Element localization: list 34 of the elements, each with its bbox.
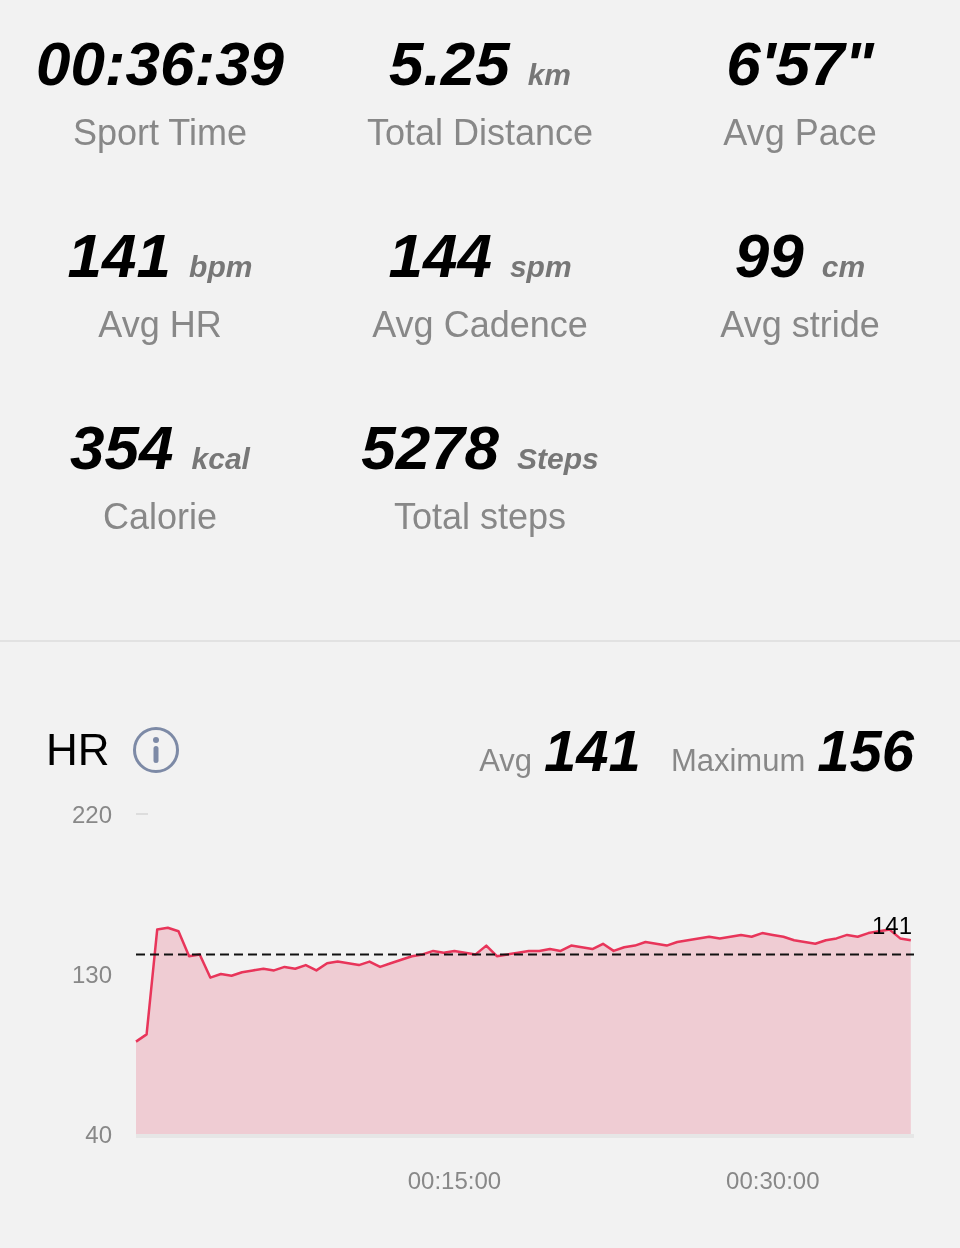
metric-value: 141: [67, 220, 172, 291]
metric-label: Avg stride: [720, 304, 880, 346]
average-label: 141: [871, 912, 912, 940]
metric-unit: bpm: [189, 250, 253, 284]
metric-value: 6'57": [726, 28, 874, 99]
stat-label: Avg: [479, 742, 533, 779]
metric-label: Avg Cadence: [372, 304, 588, 346]
stat-value: 141: [544, 716, 641, 784]
section-title: HR: [46, 725, 110, 775]
metric-value: 144: [388, 220, 492, 291]
metric-label: Total Distance: [366, 112, 594, 154]
axis-tick-label: 00:15:00: [407, 1167, 502, 1194]
metric-unit: Steps: [517, 442, 599, 476]
metric-label: Avg HR: [98, 304, 222, 346]
metric-unit: spm: [509, 250, 572, 284]
metric-label: Sport Time: [72, 112, 248, 154]
metric-unit: cm: [821, 250, 866, 284]
axis-tick-label: 00:30:00: [726, 1167, 820, 1194]
metric-value: 99: [734, 220, 804, 291]
stat-label: Maximum: [670, 742, 806, 779]
axis-tick-label: 40: [85, 1121, 112, 1148]
info-icon[interactable]: [131, 726, 180, 774]
metric-unit: kcal: [191, 442, 250, 476]
metric-label: Avg Pace: [723, 112, 877, 154]
metric-label: Total steps: [393, 496, 567, 538]
metric-unit: km: [527, 58, 571, 92]
metric-value: 5.25: [389, 28, 510, 99]
axis-tick-label: 220: [71, 801, 112, 828]
axis-tick-label: 130: [71, 961, 112, 988]
metric-value: 354: [70, 412, 174, 483]
metric-label: Calorie: [102, 496, 217, 538]
metric-value: 5278: [361, 412, 500, 483]
stat-value: 156: [817, 716, 914, 784]
metric-value: 00:36:39: [35, 28, 285, 99]
